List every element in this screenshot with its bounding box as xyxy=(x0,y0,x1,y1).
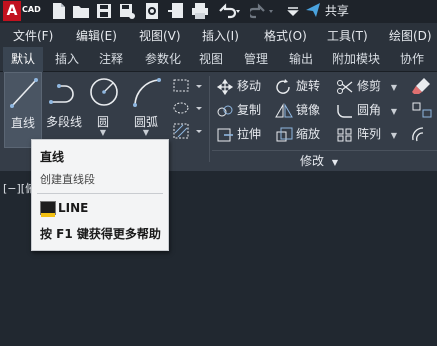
stretch-button[interactable]: 拉伸 xyxy=(216,123,261,145)
quick-access-toolbar: A CAD 共享 xyxy=(0,0,437,23)
line-icon xyxy=(10,78,38,108)
line-label: 直线 xyxy=(10,116,35,130)
tab-insert[interactable]: 插入 xyxy=(48,47,86,72)
circle-icon xyxy=(90,78,118,106)
polyline-label: 多段线 xyxy=(45,115,82,129)
fillet-button[interactable]: 圆角 ▼ xyxy=(336,99,397,121)
rotate-label: 旋转 xyxy=(296,79,321,93)
copy-label: 复制 xyxy=(237,103,262,117)
polyline-button[interactable]: 多段线 xyxy=(44,72,84,148)
open-folder-icon[interactable] xyxy=(72,2,90,20)
tooltip-description: 创建直线段 xyxy=(40,173,95,186)
copy-button[interactable]: 复制 xyxy=(216,99,261,121)
plot-preview-icon[interactable] xyxy=(143,2,161,20)
arc-icon xyxy=(133,78,161,107)
tab-view[interactable]: 视图 xyxy=(194,47,228,72)
array-button[interactable]: 阵列 ▼ xyxy=(336,123,397,145)
tab-collaborate[interactable]: 协作 xyxy=(392,47,432,72)
circle-dropdown-icon[interactable]: ▼ xyxy=(86,128,120,137)
arc-dropdown-icon[interactable]: ▼ xyxy=(126,128,166,137)
tab-output[interactable]: 输出 xyxy=(281,47,321,72)
fillet-label: 圆角 xyxy=(357,103,382,117)
app-logo-letter: A xyxy=(3,1,21,21)
tooltip-divider xyxy=(37,193,163,194)
command-line-icon xyxy=(40,201,56,217)
share-label: 共享 xyxy=(324,4,349,18)
share-icon xyxy=(306,3,320,17)
menu-tools[interactable]: 工具(T) xyxy=(327,27,368,44)
erase-icon[interactable] xyxy=(410,76,436,96)
move-button[interactable]: 移动 xyxy=(216,75,261,97)
tab-addins[interactable]: 附加模块 xyxy=(326,47,386,72)
explode-icon[interactable] xyxy=(410,100,436,120)
trim-icon xyxy=(337,79,353,94)
trim-button[interactable]: 修剪 ▼ xyxy=(336,75,397,97)
fillet-icon xyxy=(337,104,352,118)
redo-icon[interactable] xyxy=(247,2,276,20)
array-icon xyxy=(337,128,352,141)
print-icon[interactable] xyxy=(191,2,209,20)
ellipse-icon[interactable] xyxy=(171,98,203,118)
menu-file[interactable]: 文件(F) xyxy=(13,27,53,44)
undo-icon[interactable] xyxy=(216,2,242,20)
line-button[interactable]: 直线 xyxy=(4,72,42,148)
arc-button[interactable]: 圆弧 ▼ xyxy=(126,72,166,148)
tooltip-help-text: 按 F1 键获得更多帮助 xyxy=(40,227,161,241)
menu-edit[interactable]: 编辑(E) xyxy=(76,27,117,44)
modify-panel-divider xyxy=(212,150,437,151)
rectangle-icon[interactable] xyxy=(171,76,203,96)
tab-parametric[interactable]: 参数化 xyxy=(137,47,189,72)
menu-draw[interactable]: 绘图(D) xyxy=(389,27,432,44)
mirror-label: 镜像 xyxy=(296,103,321,117)
app-logo-text: CAD xyxy=(22,5,41,14)
menu-format[interactable]: 格式(O) xyxy=(264,27,307,44)
move-icon xyxy=(216,78,234,95)
publish-icon[interactable] xyxy=(167,2,185,20)
save-as-icon[interactable] xyxy=(118,2,136,20)
tab-default[interactable]: 默认 xyxy=(3,47,43,72)
scale-label: 缩放 xyxy=(296,127,321,141)
stretch-label: 拉伸 xyxy=(237,127,262,141)
app-logo[interactable]: A CAD xyxy=(0,0,44,22)
save-icon[interactable] xyxy=(95,2,113,20)
tab-manage[interactable]: 管理 xyxy=(236,47,276,72)
qat-customize-icon[interactable] xyxy=(286,2,300,20)
tooltip-title: 直线 xyxy=(40,150,65,164)
stretch-icon xyxy=(217,128,233,141)
menu-insert[interactable]: 插入(I) xyxy=(202,27,239,44)
ribbon-tab-bar: 默认 插入 注释 参数化 视图 管理 输出 附加模块 协作 xyxy=(0,47,437,72)
rotate-icon xyxy=(276,78,290,94)
copy-icon xyxy=(217,105,233,116)
tooltip-command: LINE xyxy=(58,201,89,215)
fillet-dropdown-icon[interactable]: ▼ xyxy=(391,107,397,116)
mirror-button[interactable]: 镜像 xyxy=(275,99,320,121)
trim-label: 修剪 xyxy=(357,79,382,93)
polyline-icon xyxy=(49,84,74,104)
modify-panel-title[interactable]: 修改 ▼ xyxy=(300,152,338,169)
share-button[interactable]: 共享 xyxy=(305,2,361,20)
scale-icon xyxy=(276,127,293,141)
modify-group-label: 修改 xyxy=(300,154,325,168)
offset-icon[interactable] xyxy=(410,124,436,144)
trim-dropdown-icon[interactable]: ▼ xyxy=(391,83,397,92)
ribbon-separator xyxy=(209,76,210,162)
menu-view[interactable]: 视图(V) xyxy=(139,27,181,44)
array-label: 阵列 xyxy=(357,127,382,141)
line-tooltip: 直线 创建直线段 LINE 按 F1 键获得更多帮助 xyxy=(31,139,169,251)
circle-button[interactable]: 圆 ▼ xyxy=(86,72,120,148)
scale-button[interactable]: 缩放 xyxy=(275,123,320,145)
move-label: 移动 xyxy=(237,79,262,93)
mirror-icon xyxy=(275,102,293,117)
hatch-icon[interactable] xyxy=(171,121,203,141)
modify-panel-expand-icon[interactable]: ▼ xyxy=(332,158,338,167)
tab-annotate[interactable]: 注释 xyxy=(92,47,130,72)
new-file-icon[interactable] xyxy=(50,2,68,20)
menu-bar: 文件(F) 编辑(E) 视图(V) 插入(I) 格式(O) 工具(T) 绘图(D… xyxy=(0,23,437,47)
rotate-button[interactable]: 旋转 xyxy=(275,75,320,97)
array-dropdown-icon[interactable]: ▼ xyxy=(391,131,397,140)
